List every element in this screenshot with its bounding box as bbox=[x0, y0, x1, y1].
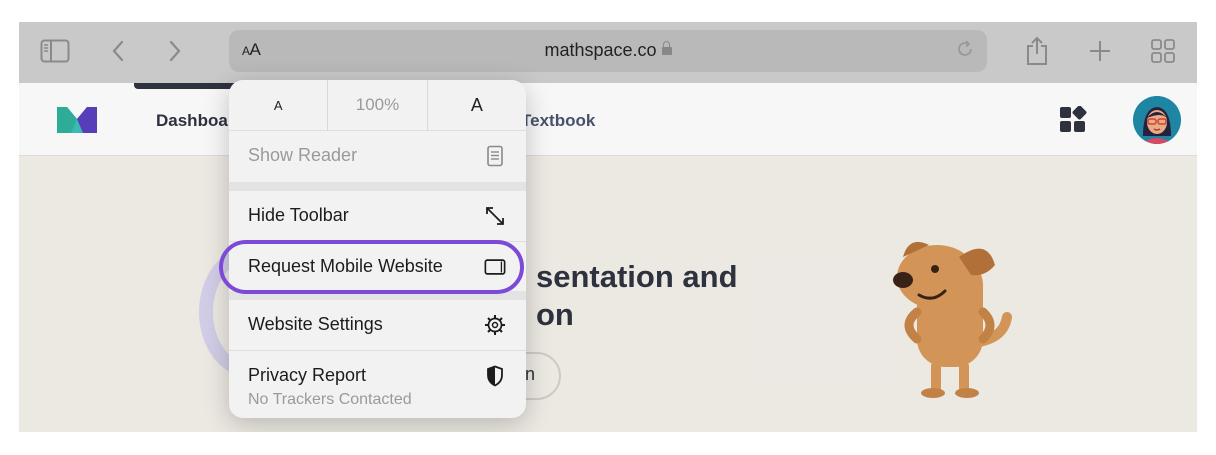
zoom-level-button[interactable]: 100% bbox=[328, 80, 428, 130]
highlight-annotation bbox=[219, 240, 524, 294]
chevron-right-icon[interactable] bbox=[159, 36, 191, 66]
expand-arrows-icon bbox=[484, 205, 506, 227]
shield-icon bbox=[484, 365, 506, 387]
menu-item-label: Hide Toolbar bbox=[248, 205, 349, 225]
menu-item-label: Website Settings bbox=[248, 314, 383, 334]
url-domain: mathspace.co bbox=[229, 40, 987, 61]
tab-overview-icon[interactable] bbox=[1147, 36, 1179, 66]
menu-item-website-settings[interactable]: Website Settings bbox=[229, 300, 526, 350]
chevron-left-icon[interactable] bbox=[102, 36, 134, 66]
page-dim-overlay bbox=[19, 83, 1197, 432]
sidebar-icon[interactable] bbox=[39, 36, 71, 66]
menu-item-privacy-report[interactable]: Privacy Report No Trackers Contacted bbox=[229, 350, 526, 418]
gear-icon bbox=[484, 314, 506, 336]
privacy-report-status: No Trackers Contacted bbox=[248, 391, 412, 408]
address-bar[interactable]: AA mathspace.co bbox=[229, 30, 987, 72]
plus-icon[interactable] bbox=[1084, 36, 1116, 66]
menu-separator bbox=[229, 182, 526, 191]
reload-icon[interactable] bbox=[955, 39, 975, 65]
menu-item-hide-toolbar[interactable]: Hide Toolbar bbox=[229, 191, 526, 241]
menu-item-label: Privacy Report bbox=[248, 365, 367, 385]
lock-icon bbox=[661, 41, 672, 55]
menu-item-label: Show Reader bbox=[248, 145, 358, 165]
zoom-decrease-button[interactable]: A bbox=[229, 80, 329, 130]
browser-window: Dashboa Textbook sentation and on n AA m… bbox=[19, 22, 1197, 432]
zoom-controls: A 100% A bbox=[229, 80, 526, 130]
url-domain-text: mathspace.co bbox=[544, 40, 657, 60]
share-icon[interactable] bbox=[1021, 36, 1053, 66]
browser-toolbar: AA mathspace.co bbox=[19, 22, 1197, 83]
menu-item-show-reader[interactable]: Show Reader bbox=[229, 130, 526, 180]
reader-document-icon bbox=[484, 145, 506, 167]
zoom-increase-button[interactable]: A bbox=[428, 80, 526, 130]
